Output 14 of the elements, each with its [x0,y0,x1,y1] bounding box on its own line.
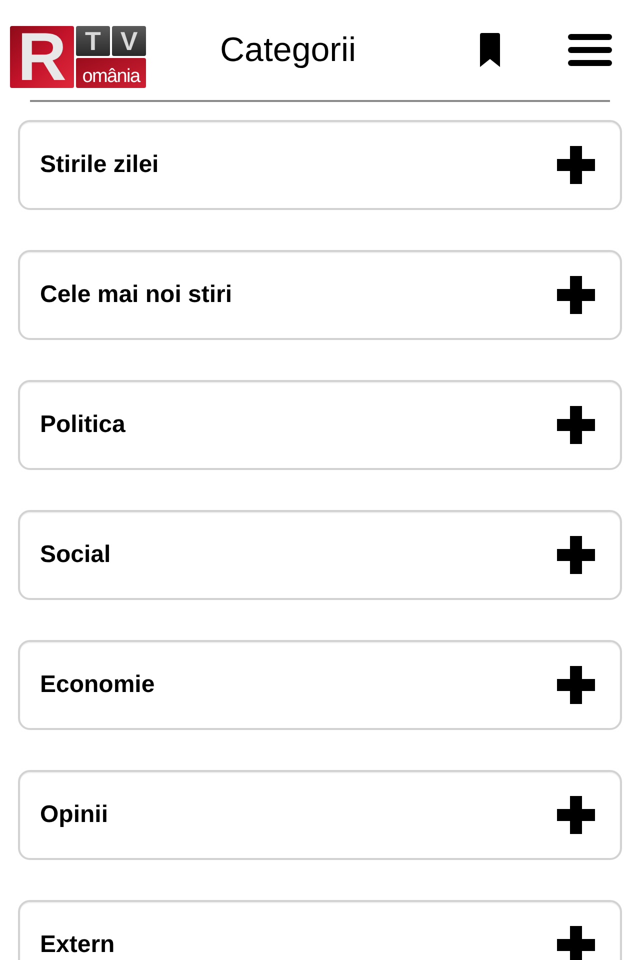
logo-letter: R [10,26,74,88]
logo-tile: T [76,26,110,56]
page-title: Categorii [220,33,356,67]
category-button[interactable]: Economie [18,640,622,730]
menu-icon[interactable] [568,34,612,66]
category-button[interactable]: Cele mai noi stiri [18,250,622,340]
category-button[interactable]: Extern [18,900,622,960]
logo-word: omânia [76,58,146,88]
category-button[interactable]: Opinii [18,770,622,860]
logo-tile: V [112,26,146,56]
category-button[interactable]: Stirile zilei [18,120,622,210]
category-button[interactable]: Politica [18,380,622,470]
bookmark-icon[interactable] [480,33,500,67]
category-button[interactable]: Social [18,510,622,600]
